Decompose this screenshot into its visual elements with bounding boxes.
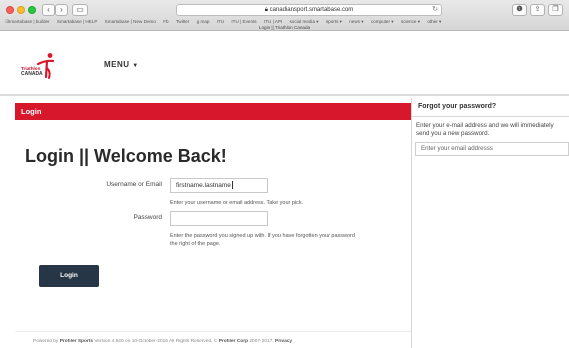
text-cursor [231,181,233,190]
caret-down-icon: ▼ [132,63,139,69]
footer-privacy-link[interactable]: Privacy [275,339,292,344]
password-help-text: Enter the password you signed up with. I… [170,232,411,248]
browser-toolbar: ‹ › ▭ 🔒︎ canadiansport.smartabase.com ↻ … [0,0,569,31]
username-label: Username or Email [106,181,162,188]
password-help-line-1: Enter the password you signed up with. I… [170,233,355,239]
sidebar-icon: ▭ [76,5,84,14]
password-label: Password [133,214,162,221]
extension-button[interactable]: ❶ [512,4,527,16]
footer-corp-link[interactable]: Profiler Corp [219,339,248,344]
tabs-icon: ❐ [552,6,559,13]
footer-years: 2007-2017. [249,339,274,344]
username-value: firstname.lastname [176,182,231,189]
lock-icon: 🔒︎ [264,7,268,13]
username-help-text: Enter your username or email address. Ta… [170,200,304,206]
reset-email-input[interactable]: Enter your email addresss [415,142,569,156]
chevron-right-icon: › [60,5,63,14]
username-input[interactable]: firstname.lastname [170,178,268,193]
password-help-line-2: the right of the page. [170,241,221,247]
forward-button[interactable]: › [55,4,68,16]
footer-divider [15,331,411,332]
extension-icon: ❶ [516,6,523,13]
chevron-left-icon: ‹ [47,5,50,14]
site-header [0,31,569,86]
tabs-button[interactable]: ❐ [548,4,563,16]
side-divider [411,116,569,117]
footer: Powered by Profiler Sports Version 4.920… [33,339,411,344]
login-button[interactable]: Login [39,265,99,287]
login-panel-header: Login [15,103,411,120]
logo-wordmark: Triathlon CANADA [21,66,43,77]
zoom-window-button[interactable] [28,6,36,14]
tab-title: Login || Triathlon Canada [258,25,311,30]
sidebar-toggle-button[interactable]: ▭ [72,4,88,16]
logo-line-2: CANADA [21,70,43,77]
footer-version: Version 4.920 on 10-October-2016 All Rig… [94,339,218,344]
menu-label: MENU [104,60,130,69]
minimize-window-button[interactable] [17,6,25,14]
password-input[interactable] [170,211,268,226]
address-bar[interactable]: 🔒︎ canadiansport.smartabase.com ↻ [176,4,442,16]
share-button[interactable]: ⇪ [530,4,545,16]
header-divider [0,94,569,96]
menu-button[interactable]: MENU ▼ [104,60,139,69]
page-title: Login || Welcome Back! [25,146,227,166]
reload-icon[interactable]: ↻ [432,5,438,15]
footer-powered-by: Powered by [33,339,59,344]
back-button[interactable]: ‹ [42,4,55,16]
address-bar-url: canadiansport.smartabase.com [269,7,354,13]
close-window-button[interactable] [6,6,14,14]
forgot-password-text: Enter your e-mail address and we will im… [416,122,554,137]
share-icon: ⇪ [534,6,541,13]
forgot-password-title: Forgot your password? [418,103,497,110]
footer-brand-link[interactable]: Profiler Sports [60,339,93,344]
